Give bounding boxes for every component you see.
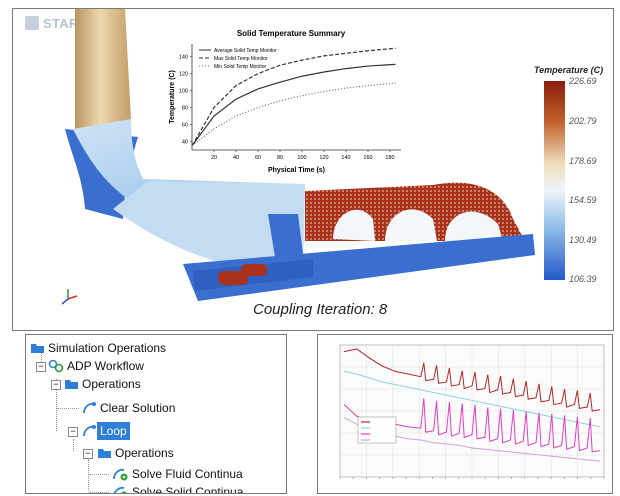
operations-tree[interactable]: Simulation Operations − ADP Workflow − O… xyxy=(25,334,287,494)
tree-item-label: Clear Solution xyxy=(100,401,176,415)
tree-item-simulation-operations[interactable]: Simulation Operations xyxy=(30,339,169,357)
x-tick-label: 80 xyxy=(277,155,283,161)
tree-item-label: ADP Workflow xyxy=(67,359,144,373)
y-axis-label: Temperature (C) xyxy=(169,70,176,124)
tree-item-label: Operations xyxy=(82,377,141,391)
tree-item-label: Operations xyxy=(115,446,174,460)
legend-tick: 106.39 xyxy=(569,274,597,284)
residuals-chart xyxy=(339,344,605,479)
solid-temp-monitor-chart: Solid Temperature Summary 20 40 60 80 100 120 1… xyxy=(165,24,417,177)
temperature-colorbar xyxy=(544,81,565,280)
chart-background xyxy=(165,24,417,177)
tree-guide xyxy=(57,408,79,409)
tree-guide xyxy=(89,474,109,475)
x-tick-label: 20 xyxy=(211,155,217,161)
y-tick-label: 60 xyxy=(182,123,188,129)
operation-icon xyxy=(83,402,96,414)
folder-icon xyxy=(98,449,111,458)
folder-icon xyxy=(31,344,44,353)
folder-icon xyxy=(65,380,78,389)
tree-item-label: Simulation Operations xyxy=(48,341,167,355)
tree-item-solve-solid-continua[interactable]: Solve Solid Continua xyxy=(111,483,246,494)
collapse-toggle-icon[interactable]: − xyxy=(83,449,93,459)
legend-tick: 202.79 xyxy=(569,116,597,126)
y-tick-label: 140 xyxy=(179,55,188,61)
chart-title: Solid Temperature Summary xyxy=(237,29,346,38)
tree-guide xyxy=(88,459,89,491)
x-tick-label: 180 xyxy=(385,155,394,161)
collapse-toggle-icon[interactable]: − xyxy=(68,427,78,437)
y-tick-label: 100 xyxy=(179,89,188,95)
legend-entry: Average Solid Temp Monitor xyxy=(214,48,277,54)
x-tick-label: 60 xyxy=(255,155,261,161)
tree-item-loop[interactable]: Loop xyxy=(81,422,130,440)
tree-item-solve-fluid-continua[interactable]: Solve Fluid Continua xyxy=(111,465,246,483)
axis-triad-icon xyxy=(61,289,78,305)
loop-icon xyxy=(83,425,96,437)
legend-tick: 178.69 xyxy=(569,156,597,166)
x-tick-label: 140 xyxy=(341,155,350,161)
legend-entry: Min Solid Temp Monitor xyxy=(214,64,266,70)
x-tick-label: 100 xyxy=(297,155,306,161)
solve-icon xyxy=(113,486,127,493)
x-tick-label: 40 xyxy=(233,155,239,161)
workflow-icon xyxy=(48,359,64,373)
legend-tick: 154.59 xyxy=(569,195,597,205)
coupling-iteration-label: Coupling Iteration: 8 xyxy=(253,301,388,318)
tree-guide xyxy=(73,439,74,451)
tree-item-operations[interactable]: Operations xyxy=(64,375,144,393)
tree-item-loop-operations[interactable]: Operations xyxy=(97,444,177,462)
y-tick-label: 40 xyxy=(182,140,188,146)
tree-item-clear-solution[interactable]: Clear Solution xyxy=(81,399,178,417)
legend-tick: 226.69 xyxy=(569,76,597,86)
collapse-toggle-icon[interactable]: − xyxy=(36,362,46,372)
tree-guide xyxy=(89,492,109,493)
tree-item-label: Solve Fluid Continua xyxy=(132,467,243,481)
y-tick-label: 80 xyxy=(182,106,188,112)
solve-icon xyxy=(113,468,128,481)
tree-item-label: Solve Solid Continua xyxy=(132,485,244,494)
legend-entry: Max Solid Temp Monitor xyxy=(214,56,268,62)
x-tick-label: 120 xyxy=(319,155,328,161)
y-tick-label: 120 xyxy=(179,72,188,78)
collapse-toggle-icon[interactable]: − xyxy=(51,380,61,390)
tree-item-label: Loop xyxy=(97,422,130,440)
residual-legend-box xyxy=(357,416,397,444)
x-axis-label: Physical Time (s) xyxy=(268,167,325,174)
legend-tick: 130.49 xyxy=(569,235,597,245)
legend-title: Temperature (C) xyxy=(534,65,604,75)
tree-item-adp-workflow[interactable]: ADP Workflow xyxy=(48,357,147,375)
simulation-viewport[interactable]: STAR-CCM+ xyxy=(12,8,614,331)
residuals-plot-panel[interactable] xyxy=(317,334,613,494)
x-tick-label: 160 xyxy=(363,155,372,161)
